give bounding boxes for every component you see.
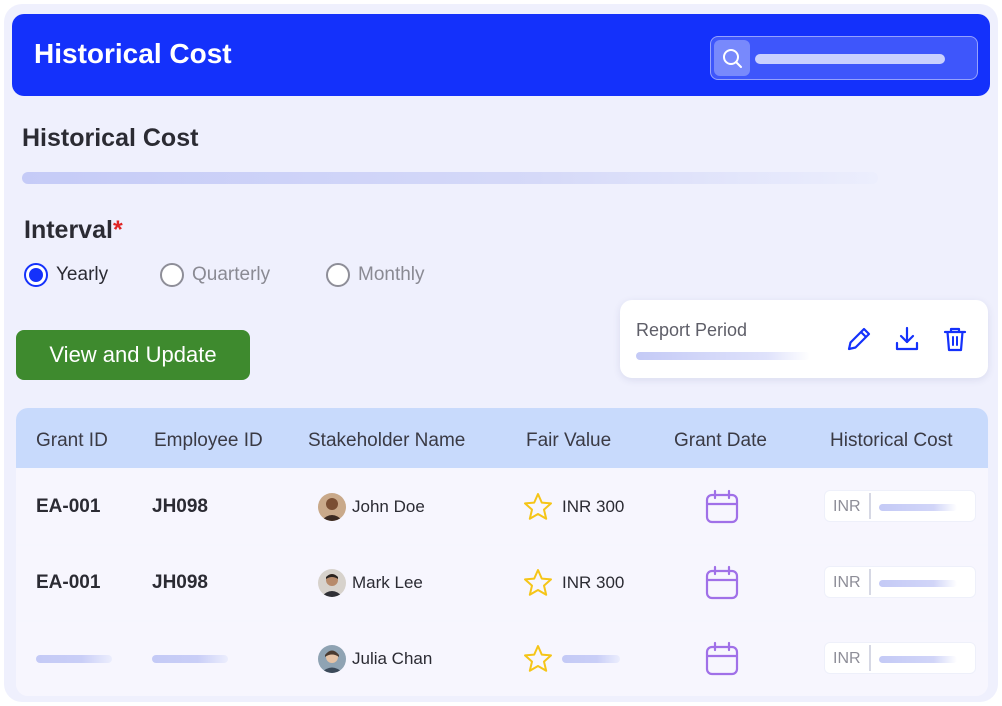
stakeholder-cell: John Doe (318, 470, 425, 544)
radio-yearly-circle[interactable] (24, 263, 48, 287)
date-picker-button[interactable] (704, 489, 740, 525)
report-period-label: Report Period (636, 320, 748, 340)
download-icon (895, 326, 919, 351)
favorite-toggle[interactable] (522, 567, 554, 599)
report-period-card: Report Period (620, 300, 988, 378)
interval-label-text: Interval (24, 216, 113, 244)
section-title: Historical Cost (22, 124, 199, 152)
trash-icon (943, 327, 967, 352)
currency-divider (869, 569, 871, 595)
currency-code: INR (833, 498, 861, 515)
currency-code: INR (833, 574, 861, 591)
pencil-icon (847, 327, 871, 351)
avatar (318, 569, 346, 597)
star-icon (524, 645, 552, 672)
employee-id-cell: JH098 (152, 496, 208, 517)
radio-yearly[interactable]: Yearly (24, 262, 108, 288)
historical-cost-input[interactable]: INR (824, 490, 976, 522)
avatar (318, 493, 346, 521)
favorite-toggle[interactable] (522, 491, 554, 523)
table-row[interactable]: EA-001 JH098 Mark Lee INR 300 INR (16, 546, 988, 620)
date-picker-button[interactable] (704, 641, 740, 677)
radio-quarterly-label: Quarterly (192, 264, 271, 285)
currency-divider (869, 645, 871, 671)
column-header-grant-date[interactable]: Grant Date (674, 430, 767, 452)
radio-monthly-circle[interactable] (326, 263, 350, 287)
top-bar: Historical Cost (12, 14, 990, 96)
stakeholder-name: Mark Lee (352, 573, 423, 592)
fair-value-cell (522, 622, 620, 696)
fair-value-text: INR 300 (562, 573, 625, 592)
grant-id-cell: EA-001 (36, 572, 101, 593)
employee-id-cell (152, 622, 228, 696)
table-header: Grant ID Employee ID Stakeholder Name Fa… (16, 408, 988, 468)
stakeholder-cell: Julia Chan (318, 622, 432, 696)
section-subtitle-skeleton (22, 172, 878, 184)
radio-yearly-label: Yearly (56, 264, 109, 285)
column-header-grant-id[interactable]: Grant ID (36, 430, 108, 452)
calendar-icon (705, 565, 739, 600)
app-title: Historical Cost (34, 38, 232, 69)
edit-button[interactable] (844, 324, 874, 359)
avatar (318, 645, 346, 673)
column-header-stakeholder-name[interactable]: Stakeholder Name (308, 430, 465, 452)
column-header-historical-cost[interactable]: Historical Cost (830, 430, 952, 452)
star-icon (524, 493, 552, 520)
column-header-employee-id[interactable]: Employee ID (154, 430, 263, 452)
fair-value-text: INR 300 (562, 497, 625, 516)
search-placeholder-skeleton (755, 54, 945, 64)
grant-id-cell: EA-001 (36, 496, 101, 517)
radio-quarterly[interactable]: Quarterly (160, 262, 270, 288)
radio-quarterly-circle[interactable] (160, 263, 184, 287)
fair-value-cell: INR 300 (522, 546, 624, 620)
fair-value-cell: INR 300 (522, 470, 624, 544)
historical-cost-skeleton (879, 580, 957, 587)
calendar-icon (705, 489, 739, 524)
required-mark: * (112, 216, 123, 244)
employee-id-skeleton (152, 655, 228, 663)
historical-cost-skeleton (879, 656, 957, 663)
report-period-skeleton (636, 352, 810, 360)
stakeholder-cell: Mark Lee (318, 546, 423, 620)
calendar-icon (705, 641, 739, 676)
grants-table: Grant ID Employee ID Stakeholder Name Fa… (16, 408, 988, 696)
download-button[interactable] (892, 324, 922, 359)
grant-date-cell (704, 470, 740, 544)
stakeholder-name: Julia Chan (352, 649, 433, 668)
radio-monthly-label: Monthly (358, 264, 425, 285)
grant-id-cell (36, 622, 112, 696)
star-icon (524, 569, 552, 596)
column-header-fair-value[interactable]: Fair Value (526, 430, 611, 452)
currency-divider (869, 493, 871, 519)
historical-cost-input[interactable]: INR (824, 566, 976, 598)
view-and-update-button[interactable]: View and Update (16, 330, 250, 380)
historical-cost-skeleton (879, 504, 957, 511)
currency-code: INR (833, 650, 861, 667)
grant-id-skeleton (36, 655, 112, 663)
employee-id-cell: JH098 (152, 572, 208, 593)
date-picker-button[interactable] (704, 565, 740, 601)
stakeholder-name: John Doe (352, 497, 425, 516)
table-row[interactable]: EA-001 JH098 John Doe INR 300 INR (16, 470, 988, 544)
favorite-toggle[interactable] (522, 643, 554, 675)
fair-value-skeleton (562, 655, 620, 663)
table-row[interactable]: Julia Chan INR (16, 622, 988, 696)
historical-cost-input[interactable]: INR (824, 642, 976, 674)
search-input[interactable] (710, 36, 978, 80)
search-button[interactable] (714, 40, 750, 76)
search-icon (723, 49, 742, 68)
app-frame: Historical Cost Historical Cost Interval… (4, 4, 998, 702)
delete-button[interactable] (940, 324, 970, 359)
grant-date-cell (704, 622, 740, 696)
grant-date-cell (704, 546, 740, 620)
radio-monthly[interactable]: Monthly (326, 262, 425, 288)
interval-label: Interval* (24, 216, 123, 245)
